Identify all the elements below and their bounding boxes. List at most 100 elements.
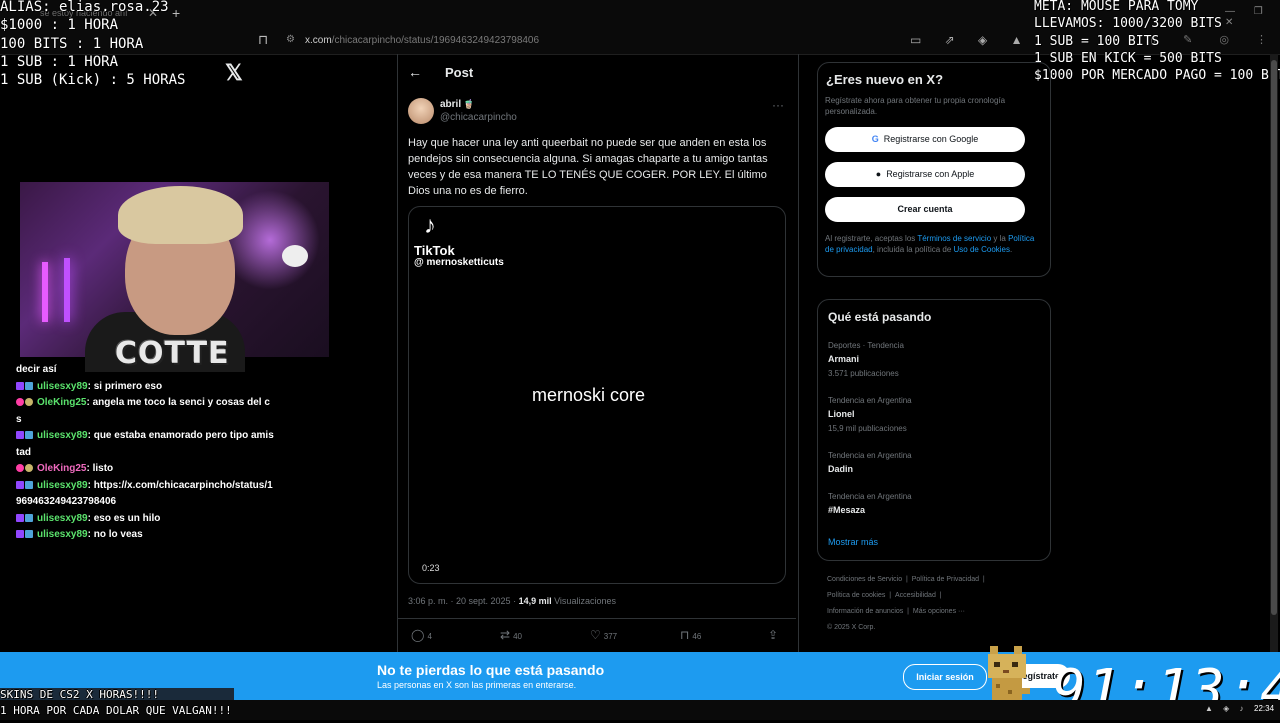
footer-link[interactable]: Política de cookies (827, 592, 885, 599)
login-button[interactable]: Iniciar sesión (903, 664, 987, 690)
url-path: /chicacarpincho/status/19694632494237984… (331, 35, 540, 46)
trend-name[interactable]: #Mesaza (828, 505, 865, 515)
terms-link[interactable]: Términos de servicio (917, 234, 991, 243)
badge-icon (16, 464, 24, 472)
trend-name[interactable]: Armani (828, 354, 859, 364)
bookmark-button[interactable]: ⊓ 46 (680, 628, 701, 642)
copyright: © 2025 X Corp. (827, 624, 876, 631)
chat-username[interactable]: OleKing25 (37, 463, 86, 474)
author-emoji-icon: 🧋 (463, 99, 475, 109)
banner-subtitle: Las personas en X son las primeras en en… (377, 680, 577, 690)
repost-button[interactable]: ⇄ 40 (500, 628, 522, 642)
divider (398, 618, 796, 619)
system-tray-icons[interactable]: ▲ ◈ ♪ (1205, 704, 1248, 713)
signup-title: ¿Eres nuevo en X? (826, 72, 944, 87)
overlay-line: META: MOUSE PARA TOMY (1034, 0, 1199, 14)
chat-message: ulisesxy89: no lo veas (16, 527, 274, 544)
overlay-line: $1000 : 1 HORA (0, 17, 119, 34)
google-icon: G (871, 134, 879, 144)
address-bar[interactable]: x.com/chicacarpincho/status/196946324942… (305, 35, 539, 46)
chat-badges (16, 379, 34, 396)
signup-subtitle: Regístrate ahora para obtener tu propia … (825, 96, 1006, 116)
site-info-icon[interactable]: ⚙ (286, 34, 295, 45)
chat-text: decir así (16, 364, 57, 375)
reply-button[interactable]: ◯ 4 (411, 628, 432, 642)
chat-badges (16, 511, 34, 528)
overlay-left-rules: ALIAS: elias.rosa.23 $1000 : 1 HORA 100 … (0, 0, 185, 89)
toolbar-icons[interactable]: ▭ ⇗ ◈ ▲ (910, 33, 1033, 47)
trend-name[interactable]: Lionel (828, 409, 855, 419)
trend-name[interactable]: Dadin (828, 464, 853, 474)
tiktok-brand: TikTok (414, 243, 455, 258)
overlay-line: 1 SUB EN KICK = 500 BITS (1034, 50, 1222, 66)
overlay-line: ALIAS: elias.rosa.23 (0, 0, 169, 15)
badge-icon (16, 431, 24, 439)
legal-text: Al registrarte, aceptas los Términos de … (825, 234, 1035, 254)
avatar[interactable] (408, 98, 434, 124)
apple-icon: ● (875, 169, 882, 179)
trend-context: Tendencia en Argentina (828, 451, 912, 460)
video-duration: 0:23 (422, 563, 440, 573)
chat-message: OleKing25: angela me toco la senci y cos… (16, 395, 274, 428)
back-arrow-icon[interactable]: ← (408, 64, 422, 80)
footer-link[interactable]: Más opciones ··· (913, 608, 965, 615)
chat-username[interactable]: ulisesxy89 (37, 513, 88, 524)
chat-username[interactable]: OleKing25 (37, 397, 86, 408)
badge-icon (25, 431, 33, 439)
chat-message: ulisesxy89: que estaba enamorado pero ti… (16, 428, 274, 461)
share-icon[interactable]: ⇪ (768, 628, 778, 642)
badge-icon (16, 513, 24, 522)
overlay-line: 1 HORA POR CADA DOLAR QUE VALGAN!!! (0, 704, 232, 717)
chat-message: OleKing25: listo (16, 461, 274, 478)
overlay-line: 100 BITS : 1 HORA (0, 35, 144, 52)
post-meta: 3:06 p. m. · 20 sept. 2025 · 14,9 mil Vi… (408, 596, 616, 606)
banner-title: No te pierdas lo que está pasando (377, 662, 605, 678)
show-more-link[interactable]: Mostrar más (828, 537, 878, 547)
author-name[interactable]: abril (440, 99, 461, 110)
chat-badges (16, 461, 34, 478)
footer-link[interactable]: Política de Privacidad (912, 576, 979, 583)
chat-message: ulisesxy89: https://x.com/chicacarpincho… (16, 478, 274, 511)
reply-icon: ◯ (411, 628, 425, 642)
overlay-bottom-rules: SKINS DE CS2 X HORAS!!!! 1 HORA POR CADA… (0, 687, 232, 719)
tiktok-logo-icon: ♪ (424, 212, 436, 239)
chat-username[interactable]: ulisesxy89 (37, 430, 88, 441)
bookmark-icon[interactable]: ⊓ (258, 32, 268, 48)
overlay-line: 1 SUB = 100 BITS (1034, 33, 1160, 49)
footer-link[interactable]: Condiciones de Servicio (827, 576, 902, 583)
badge-icon (25, 464, 33, 472)
badge-icon (16, 530, 24, 538)
more-options-icon[interactable]: ··· (772, 98, 784, 112)
footer-links: Condiciones de Servicio | Política de Pr… (827, 576, 985, 631)
chat-message: decir así (16, 362, 274, 379)
trend-context: Tendencia en Argentina (828, 396, 912, 405)
badge-icon (25, 530, 33, 538)
cookies-link[interactable]: Uso de Cookies (954, 245, 1010, 254)
chat-badges (16, 527, 34, 544)
badge-icon (16, 398, 24, 406)
overlay-right-goals: META: MOUSE PARA TOMY LLEVAMOS: 1000/320… (1034, 0, 1280, 84)
chat-message: ulisesxy89: si primero eso (16, 379, 274, 396)
heart-icon: ♡ (590, 628, 601, 642)
x-logo-icon[interactable]: 𝕏 (225, 60, 243, 86)
apple-signup-button[interactable]: ● Registrarse con Apple (825, 162, 1025, 187)
badge-icon (16, 480, 24, 489)
chat-badges (16, 395, 34, 412)
stream-chat: decir así ulisesxy89: si primero eso OleKi… (16, 362, 274, 544)
chat-username[interactable]: ulisesxy89 (37, 529, 88, 540)
chat-username[interactable]: ulisesxy89 (37, 480, 88, 491)
like-button[interactable]: ♡ 377 (590, 628, 617, 642)
google-signup-button[interactable]: G Registrarse con Google (825, 127, 1025, 152)
scrollbar-thumb[interactable] (1271, 60, 1277, 615)
webcam-lamp (42, 262, 48, 322)
create-account-button[interactable]: Crear cuenta (825, 197, 1025, 222)
chat-username[interactable]: ulisesxy89 (37, 381, 88, 392)
overlay-line: LLEVAMOS: 1000/3200 BITS (1034, 16, 1222, 32)
author-handle[interactable]: @chicacarpincho (440, 112, 517, 123)
footer-link[interactable]: Accesibilidad (895, 592, 936, 599)
chat-message: ulisesxy89: eso es un hilo (16, 511, 274, 528)
badge-icon (16, 381, 24, 390)
webcam-lamp (64, 258, 70, 322)
footer-link[interactable]: Información de anuncios (827, 608, 903, 615)
trend-count: 3.571 publicaciones (828, 369, 899, 378)
